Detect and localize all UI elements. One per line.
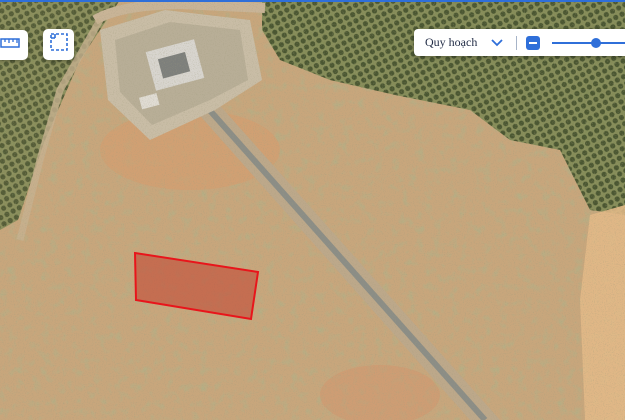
- top-accent-bar: [0, 0, 625, 2]
- measure-distance-button[interactable]: [0, 30, 28, 60]
- layer-select-value[interactable]: Quy hoạch: [425, 35, 477, 50]
- slider-track: [552, 41, 625, 44]
- layer-control-panel: Quy hoạch: [414, 29, 625, 56]
- chevron-down-icon[interactable]: [491, 36, 505, 50]
- slider-handle[interactable]: [591, 37, 602, 48]
- opacity-slider[interactable]: [552, 36, 625, 50]
- select-area-button[interactable]: [43, 29, 74, 60]
- minus-icon: [529, 41, 538, 44]
- ruler-icon: [0, 36, 20, 54]
- select-area-icon: [49, 32, 69, 57]
- opacity-decrease-button[interactable]: [526, 35, 541, 50]
- divider: [516, 35, 518, 50]
- satellite-map[interactable]: [0, 0, 625, 420]
